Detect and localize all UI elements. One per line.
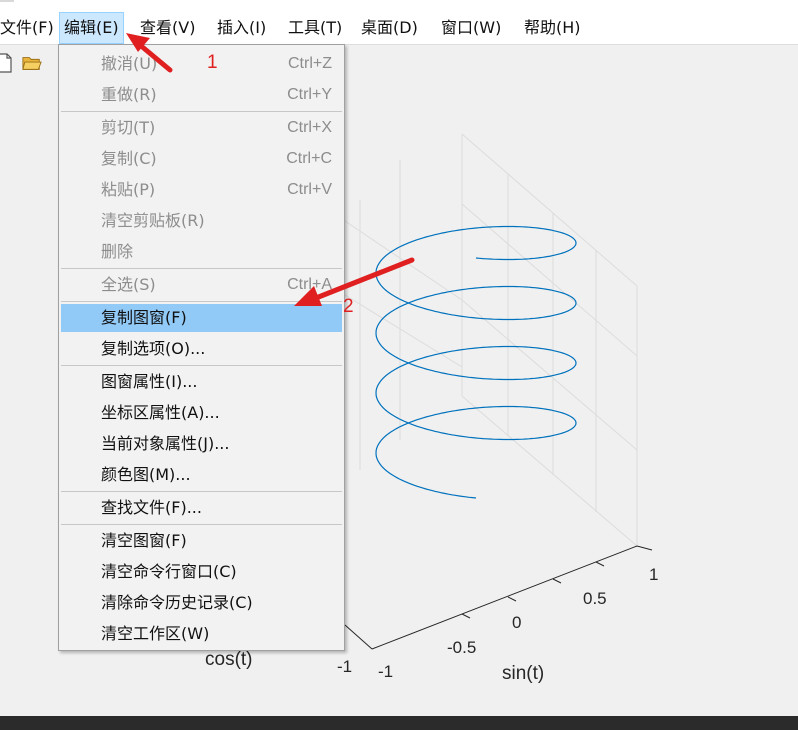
step-1-label: 1 <box>207 52 218 73</box>
menu-separator <box>61 524 342 525</box>
x-tick-label: 1 <box>649 565 658 584</box>
edit-menu-dropdown: 撤消(U) Ctrl+Z 重做(R) Ctrl+Y 剪切(T) Ctrl+X 复制(C… <box>58 44 345 651</box>
x-tick-label: 0.5 <box>583 589 607 608</box>
menu-redo[interactable]: 重做(R) Ctrl+Y <box>61 81 342 109</box>
menu-clear-figure[interactable]: 清空图窗(F) <box>61 527 342 555</box>
menu-separator <box>61 268 342 269</box>
plot-grid <box>344 133 638 547</box>
menu-edit[interactable]: 编辑(E) <box>59 12 124 44</box>
menu-separator <box>61 491 342 492</box>
menu-axes-properties[interactable]: 坐标区属性(A)... <box>61 399 342 427</box>
helix-curve <box>375 225 577 499</box>
menu-figure-properties[interactable]: 图窗属性(I)... <box>61 368 342 396</box>
menu-view[interactable]: 查看(V) <box>136 12 199 44</box>
menu-clear-command-history[interactable]: 清除命令历史记录(C) <box>61 589 342 617</box>
step-2-label: 2 <box>343 296 354 317</box>
menu-separator <box>61 365 342 366</box>
x-axis-label: sin(t) <box>502 663 544 684</box>
menu-clear-workspace[interactable]: 清空工作区(W) <box>61 620 342 648</box>
menu-tools[interactable]: 工具(T) <box>284 12 346 44</box>
menu-select-all[interactable]: 全选(S) Ctrl+A <box>61 271 342 299</box>
helix-line <box>375 225 577 499</box>
menu-cut[interactable]: 剪切(T) Ctrl+X <box>61 114 342 142</box>
menu-paste[interactable]: 粘贴(P) Ctrl+V <box>61 176 342 204</box>
menu-undo[interactable]: 撤消(U) Ctrl+Z <box>61 50 342 78</box>
x-tick-label: -1 <box>378 662 393 681</box>
menu-file[interactable]: 文件(F) <box>0 12 58 44</box>
open-folder-icon[interactable] <box>22 53 42 73</box>
menu-window[interactable]: 窗口(W) <box>437 12 505 44</box>
menu-current-object-properties[interactable]: 当前对象属性(J)... <box>61 430 342 458</box>
x-tick-label: 0 <box>512 613 521 632</box>
menu-clear-clipboard[interactable]: 清空剪贴板(R) <box>61 207 342 235</box>
menu-separator <box>61 111 342 112</box>
taskbar-strip <box>0 716 798 730</box>
x-tick-label: -0.5 <box>447 638 476 657</box>
menu-clear-command-window[interactable]: 清空命令行窗口(C) <box>61 558 342 586</box>
menu-copy-options[interactable]: 复制选项(O)... <box>61 335 342 363</box>
menu-bar: 文件(F) 编辑(E) 查看(V) 插入(I) 工具(T) 桌面(D) 窗口(W… <box>0 0 798 45</box>
menu-desktop[interactable]: 桌面(D) <box>357 12 422 44</box>
menu-colormap[interactable]: 颜色图(M)... <box>61 461 342 489</box>
menu-find-files[interactable]: 查找文件(F)... <box>61 494 342 522</box>
title-bar-remnant <box>0 0 14 2</box>
menu-separator <box>61 301 342 302</box>
new-file-icon[interactable] <box>0 53 14 73</box>
menu-delete[interactable]: 删除 <box>61 238 342 266</box>
menu-help[interactable]: 帮助(H) <box>520 12 585 44</box>
menu-copy-figure[interactable]: 复制图窗(F) <box>61 304 342 332</box>
y-tick-label: -1 <box>337 657 352 676</box>
menu-insert[interactable]: 插入(I) <box>213 12 270 44</box>
y-axis-label: cos(t) <box>205 649 253 670</box>
menu-copy[interactable]: 复制(C) Ctrl+C <box>61 145 342 173</box>
